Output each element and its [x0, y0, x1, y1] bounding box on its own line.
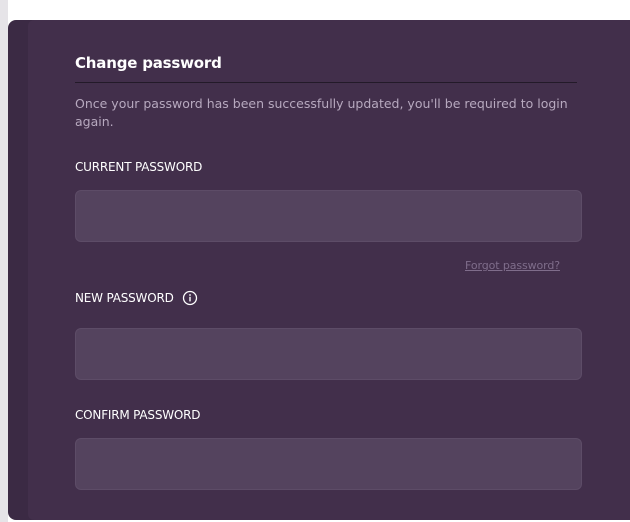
confirm-password-label: CONFIRM PASSWORD — [75, 408, 201, 422]
confirm-password-label-text: CONFIRM PASSWORD — [75, 408, 201, 422]
new-password-input[interactable] — [75, 328, 582, 380]
new-password-label: NEW PASSWORD — [75, 290, 198, 306]
title-divider — [75, 82, 577, 83]
current-password-label-text: CURRENT PASSWORD — [75, 160, 203, 174]
new-password-label-text: NEW PASSWORD — [75, 291, 174, 305]
current-password-input[interactable] — [75, 190, 582, 242]
current-password-label: CURRENT PASSWORD — [75, 160, 202, 174]
top-strip — [0, 0, 630, 20]
description-text: Once your password has been successfully… — [75, 96, 568, 129]
confirm-password-input[interactable] — [75, 438, 582, 490]
left-strip — [0, 0, 8, 522]
info-icon[interactable] — [182, 290, 198, 306]
page-title: Change password — [75, 54, 222, 72]
forgot-password-link[interactable]: Forgot password? — [465, 259, 560, 272]
